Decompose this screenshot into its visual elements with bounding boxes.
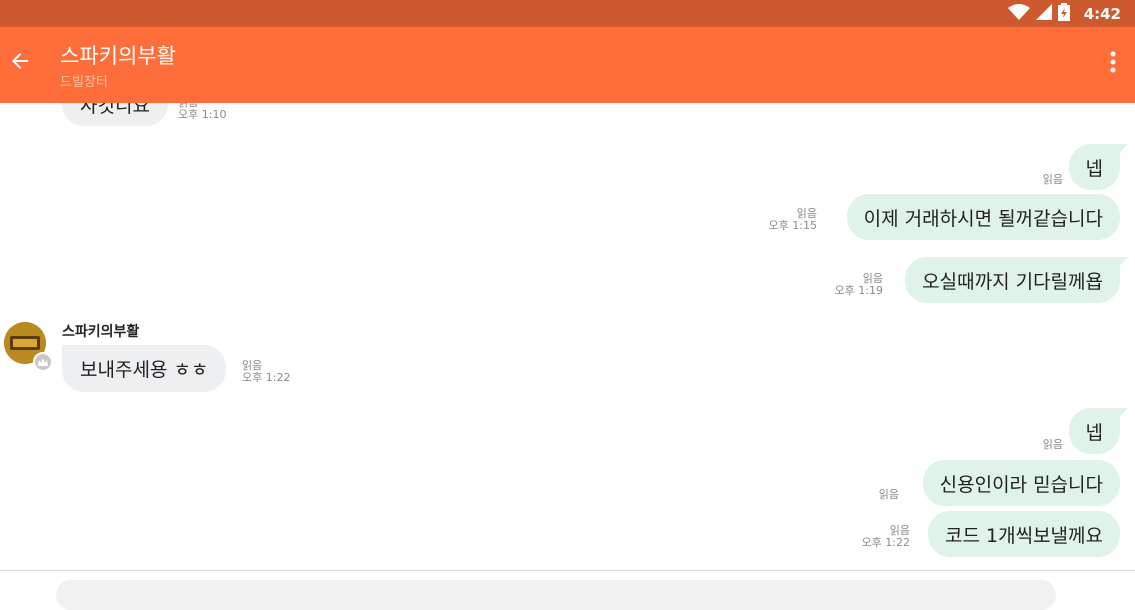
- signal-icon: [1035, 3, 1052, 24]
- message-meta: 읽음 오후 1:19: [835, 273, 883, 297]
- message-meta: 읽음 오후 1:10: [178, 103, 226, 121]
- message-text: 넵: [1085, 157, 1103, 180]
- read-receipt: 읽음: [1042, 438, 1063, 451]
- message-bubble[interactable]: 넵: [1068, 408, 1129, 454]
- message-text: 넵: [1085, 421, 1103, 444]
- battery-icon: [1057, 2, 1070, 25]
- message-time: 오후 1:22: [861, 536, 910, 549]
- read-receipt: 읽음: [1042, 173, 1063, 186]
- more-vertical-icon: [1110, 50, 1116, 78]
- read-receipt: 읽음: [878, 488, 899, 501]
- more-options-button[interactable]: [1105, 49, 1121, 79]
- message-input-bar: [0, 570, 1135, 610]
- message-bubble[interactable]: 신용인이라 믿습니다: [922, 460, 1120, 506]
- message-meta: 읽음 오후 1:15: [769, 208, 817, 232]
- message-text: 오실때까지 기다릴께욥: [922, 270, 1103, 293]
- chat-message-list[interactable]: 사것니요 읽음 오후 1:10 넵 읽음 이제 거래하시면 될꺼같습니다 읽음 …: [0, 103, 1135, 570]
- status-bar: 4:42: [0, 0, 1135, 27]
- message-bubble[interactable]: 오실때까지 기다릴께욥: [905, 257, 1128, 303]
- message-meta: 읽음: [879, 489, 899, 501]
- message-time: 오후 1:19: [834, 284, 883, 297]
- message-bubble[interactable]: 이제 거래하시면 될꺼같습니다: [846, 194, 1120, 240]
- message-meta: 읽음: [1043, 439, 1063, 451]
- message-bubble[interactable]: 보내주세용 ㅎㅎ: [62, 345, 227, 392]
- status-time: 4:42: [1083, 4, 1121, 23]
- crown-badge-icon: [33, 352, 53, 372]
- message-bubble[interactable]: 코드 1개씩보낼께요: [928, 511, 1120, 557]
- message-bubble[interactable]: 사것니요: [62, 103, 168, 126]
- arrow-left-icon: [8, 49, 32, 77]
- message-time: 오후 1:10: [178, 108, 227, 121]
- message-text: 보내주세용 ㅎㅎ: [80, 359, 209, 381]
- wifi-icon: [1007, 3, 1030, 24]
- message-meta: 읽음 오후 1:22: [862, 525, 910, 549]
- message-time: 오후 1:15: [768, 219, 817, 232]
- message-text: 이제 거래하시면 될꺼같습니다: [863, 207, 1103, 230]
- message-time: 오후 1:22: [242, 371, 291, 384]
- message-bubble[interactable]: 넵: [1068, 144, 1129, 190]
- status-icons: 4:42: [1007, 0, 1121, 27]
- message-text: 코드 1개씩보낼께요: [945, 524, 1103, 547]
- sender-name: 스파키의부활: [62, 324, 140, 340]
- message-input[interactable]: [56, 580, 1056, 610]
- message-meta: 읽음: [1043, 174, 1063, 186]
- back-button[interactable]: [4, 47, 36, 79]
- message-text: 사것니요: [80, 103, 150, 117]
- chat-subtitle: 드빌장터: [60, 75, 108, 90]
- app-bar: 스파키의부활 드빌장터: [0, 27, 1135, 103]
- chat-title: 스파키의부활: [60, 44, 176, 68]
- message-text: 신용인이라 믿습니다: [939, 473, 1103, 496]
- message-meta: 읽음 오후 1:22: [242, 360, 290, 384]
